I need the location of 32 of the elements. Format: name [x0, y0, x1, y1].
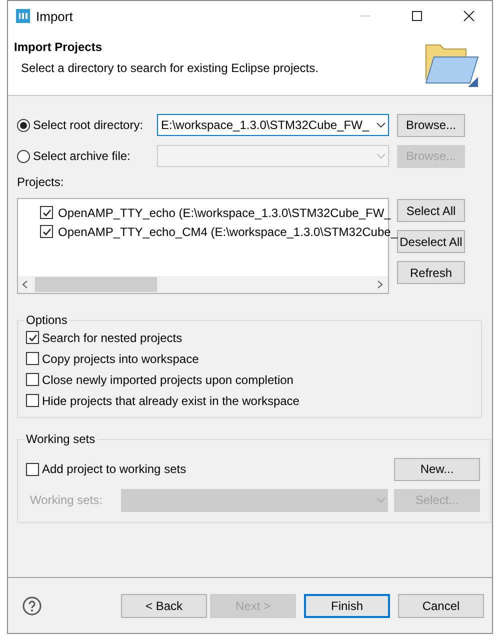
section-label: Projects:	[17, 175, 65, 189]
list-action-button[interactable]: Refresh	[397, 261, 465, 284]
option-label[interactable]: Copy projects into workspace	[42, 352, 199, 366]
help-icon[interactable]	[22, 596, 42, 616]
field-label: Working sets:	[29, 493, 104, 507]
checkbox[interactable]	[26, 331, 39, 344]
group-title: Working sets	[25, 432, 96, 446]
wizard-button[interactable]: Cancel	[398, 594, 484, 618]
checkbox[interactable]	[26, 352, 39, 365]
checkbox[interactable]	[40, 225, 53, 238]
option-label[interactable]: Search for nested projects	[42, 330, 182, 344]
page-title: Import Projects	[14, 40, 104, 54]
app-icon	[16, 9, 30, 23]
wizard-button[interactable]: Finish	[304, 594, 390, 618]
option-label[interactable]: Hide projects that already exist in the workspace	[42, 394, 300, 408]
project-item[interactable]: OpenAMP_TTY_echo_CM4 (E:\workspace_1.3.0\STM32Cube_	[58, 224, 398, 238]
page-description: Select a directory to search for existing Eclipse projects.	[21, 61, 320, 75]
list-action-button[interactable]: Deselect All	[397, 230, 465, 253]
option-label[interactable]: Close newly imported projects upon completion	[42, 372, 294, 386]
checkbox[interactable]	[40, 206, 53, 219]
browse-button[interactable]: Browse...	[397, 114, 465, 136]
checkbox[interactable]	[26, 394, 39, 407]
wizard-button[interactable]: < Back	[121, 594, 207, 618]
maximize-icon	[411, 10, 423, 22]
path-combo[interactable]: E:\workspace_1.3.0\STM32Cube_FW_	[157, 114, 389, 136]
close-icon	[463, 10, 475, 22]
list-action-button[interactable]: Select All	[397, 199, 465, 222]
project-item[interactable]: OpenAMP_TTY_echo (E:\workspace_1.3.0\STM32Cube_FW_	[58, 206, 391, 220]
checkbox[interactable]	[26, 373, 39, 386]
radio-button[interactable]: Select root directory:	[17, 118, 157, 132]
group-title: Options	[25, 313, 68, 327]
window-title: Import	[36, 8, 74, 24]
